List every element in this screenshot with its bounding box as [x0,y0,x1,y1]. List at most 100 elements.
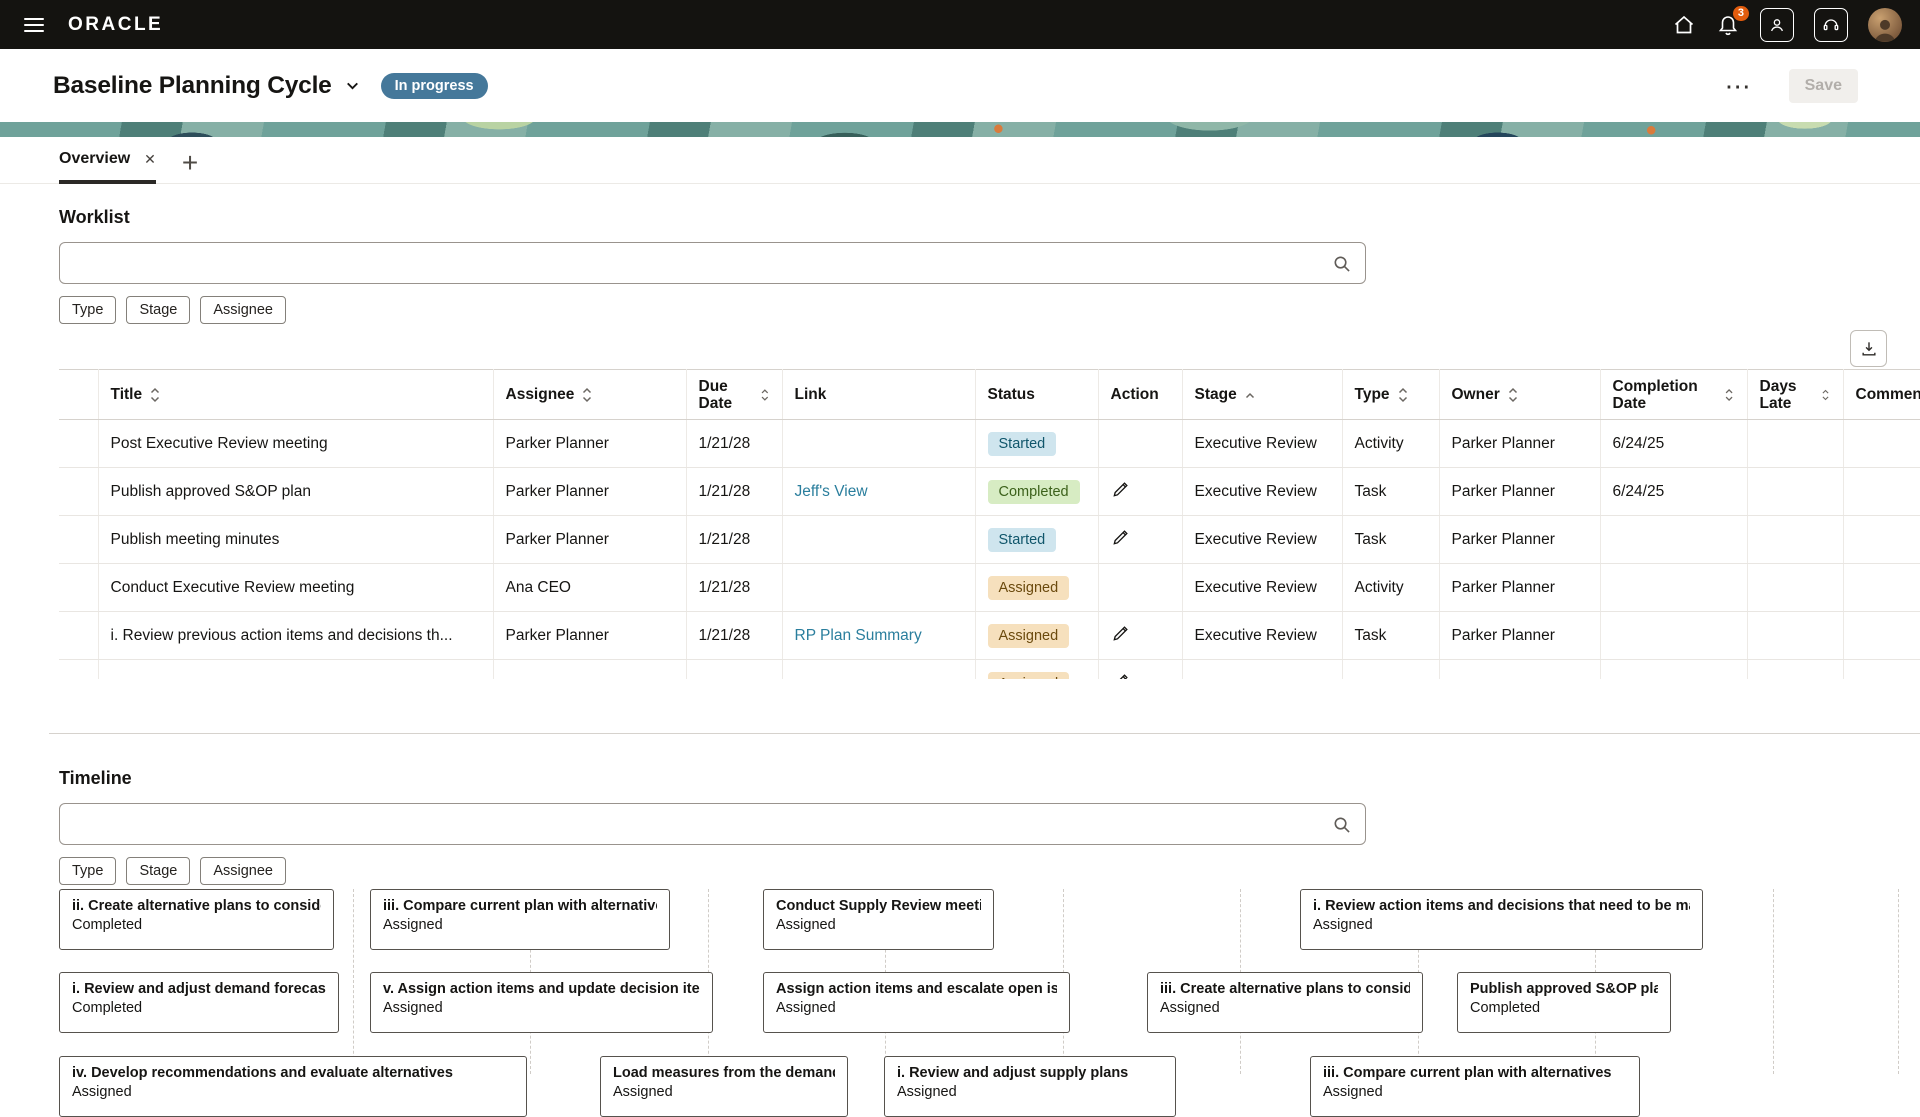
more-actions-icon[interactable] [1721,74,1755,98]
status-badge: Completed [988,480,1080,504]
sort-icon [1821,386,1830,404]
cell-owner: Parker Planner [1439,612,1600,660]
sort-icon [581,386,593,404]
cell-completion-date [1600,564,1747,612]
cell-assignee: Parker Planner [493,516,686,564]
tab-bar: Overview [0,137,1920,184]
col-title[interactable]: Title [98,370,493,420]
tab-label: Overview [59,150,130,168]
filter-stage[interactable]: Stage [126,296,190,324]
edit-icon[interactable] [1111,671,1131,679]
tab-overview[interactable]: Overview [59,150,156,184]
timeline-card[interactable]: iii. Compare current plan with alternati… [1310,1056,1640,1117]
timeline-card[interactable]: Publish approved S&OP planCompleted [1457,972,1671,1033]
timeline-search-input[interactable] [72,804,1332,844]
user-avatar[interactable] [1868,8,1902,42]
cell-action [1098,468,1182,516]
timeline-gridline [1898,889,1899,1074]
filter-type[interactable]: Type [59,296,116,324]
table-row[interactable]: Post Executive Review meeting Parker Pla… [59,420,1920,468]
cell-owner [1439,660,1600,680]
timeline-card[interactable]: i. Review and adjust demand forecastsCom… [59,972,339,1033]
timeline-card[interactable]: v. Assign action items and update decisi… [370,972,713,1033]
download-icon[interactable] [1850,330,1887,367]
col-link[interactable]: Link [782,370,975,420]
filter-assignee[interactable]: Assignee [200,296,286,324]
cell-due-date [686,660,782,680]
cell-days-late [1747,468,1843,516]
timeline-card[interactable]: iii. Compare current plan with alternati… [370,889,670,950]
contacts-icon[interactable] [1760,8,1794,42]
cell-type [1342,660,1439,680]
page-title: Baseline Planning Cycle [53,72,332,100]
cell-action [1098,564,1182,612]
app-root: ORACLE 3 Baseline Planning Cycle [0,0,1920,1080]
timeline-card[interactable]: Assign action items and escalate open is… [763,972,1070,1033]
link[interactable]: Jeff's View [795,483,868,500]
filter-assignee[interactable]: Assignee [200,857,286,885]
cell-completion-date [1600,516,1747,564]
timeline-card[interactable]: iv. Develop recommendations and evaluate… [59,1056,527,1117]
timeline-card[interactable]: i. Review and adjust supply plansAssigne… [884,1056,1176,1117]
save-button[interactable]: Save [1789,69,1858,103]
filter-type[interactable]: Type [59,857,116,885]
worklist-search [59,242,1366,284]
cell-title [98,660,493,680]
col-due-date[interactable]: Due Date [686,370,782,420]
col-assignee[interactable]: Assignee [493,370,686,420]
search-icon [1332,254,1351,273]
chevron-down-icon[interactable] [342,75,363,96]
cell-due-date: 1/21/28 [686,564,782,612]
cell-status: Assigned [975,612,1098,660]
table-row[interactable]: Publish meeting minutes Parker Planner 1… [59,516,1920,564]
cell-title: Post Executive Review meeting [98,420,493,468]
status-badge: Started [988,432,1057,456]
cell-days-late [1747,420,1843,468]
cell-action [1098,612,1182,660]
home-icon[interactable] [1672,13,1696,37]
timeline-card[interactable]: i. Review action items and decisions tha… [1300,889,1703,950]
cell-days-late [1747,564,1843,612]
col-stage[interactable]: Stage [1182,370,1342,420]
status-badge: Started [988,528,1057,552]
col-completion-date[interactable]: Completion Date [1600,370,1747,420]
timeline-card[interactable]: Conduct Supply Review meetingAssigned [763,889,994,950]
cell-title: Publish approved S&OP plan [98,468,493,516]
cell-completion-date [1600,612,1747,660]
col-status[interactable]: Status [975,370,1098,420]
timeline-canvas: ii. Create alternative plans to consider… [0,889,1920,1074]
cell-stage [1182,660,1342,680]
menu-icon[interactable] [18,8,52,42]
table-row[interactable]: i. Review previous action items and deci… [59,612,1920,660]
link[interactable]: RP Plan Summary [795,627,922,644]
cell-days-late [1747,660,1843,680]
timeline-card[interactable]: iii. Create alternative plans to conside… [1147,972,1423,1033]
worklist-search-input[interactable] [72,243,1332,283]
table-row[interactable]: Assigned [59,660,1920,680]
timeline-card[interactable]: Load measures from the demand planAssign… [600,1056,848,1117]
cell-owner: Parker Planner [1439,420,1600,468]
headset-icon[interactable] [1814,8,1848,42]
filter-stage[interactable]: Stage [126,857,190,885]
edit-icon[interactable] [1111,479,1131,499]
sort-icon [149,386,161,404]
table-row[interactable]: Publish approved S&OP plan Parker Planne… [59,468,1920,516]
timeline-card[interactable]: ii. Create alternative plans to consider… [59,889,334,950]
add-tab-icon[interactable] [182,153,198,173]
col-action[interactable]: Action [1098,370,1182,420]
cell-type: Activity [1342,420,1439,468]
col-days-late[interactable]: Days Late [1747,370,1843,420]
page-header: Baseline Planning Cycle In progress Save [0,49,1920,122]
edit-icon[interactable] [1111,623,1131,643]
col-comments[interactable]: Comments [1843,370,1920,420]
top-bar: ORACLE 3 [0,0,1920,49]
cell-comments [1843,612,1920,660]
table-row[interactable]: Conduct Executive Review meeting Ana CEO… [59,564,1920,612]
cell-stage: Executive Review [1182,468,1342,516]
col-owner[interactable]: Owner [1439,370,1600,420]
header-actions: Save [1721,69,1858,103]
cell-link: RP Plan Summary [782,612,975,660]
edit-icon[interactable] [1111,527,1131,547]
close-icon[interactable] [144,152,156,166]
col-type[interactable]: Type [1342,370,1439,420]
